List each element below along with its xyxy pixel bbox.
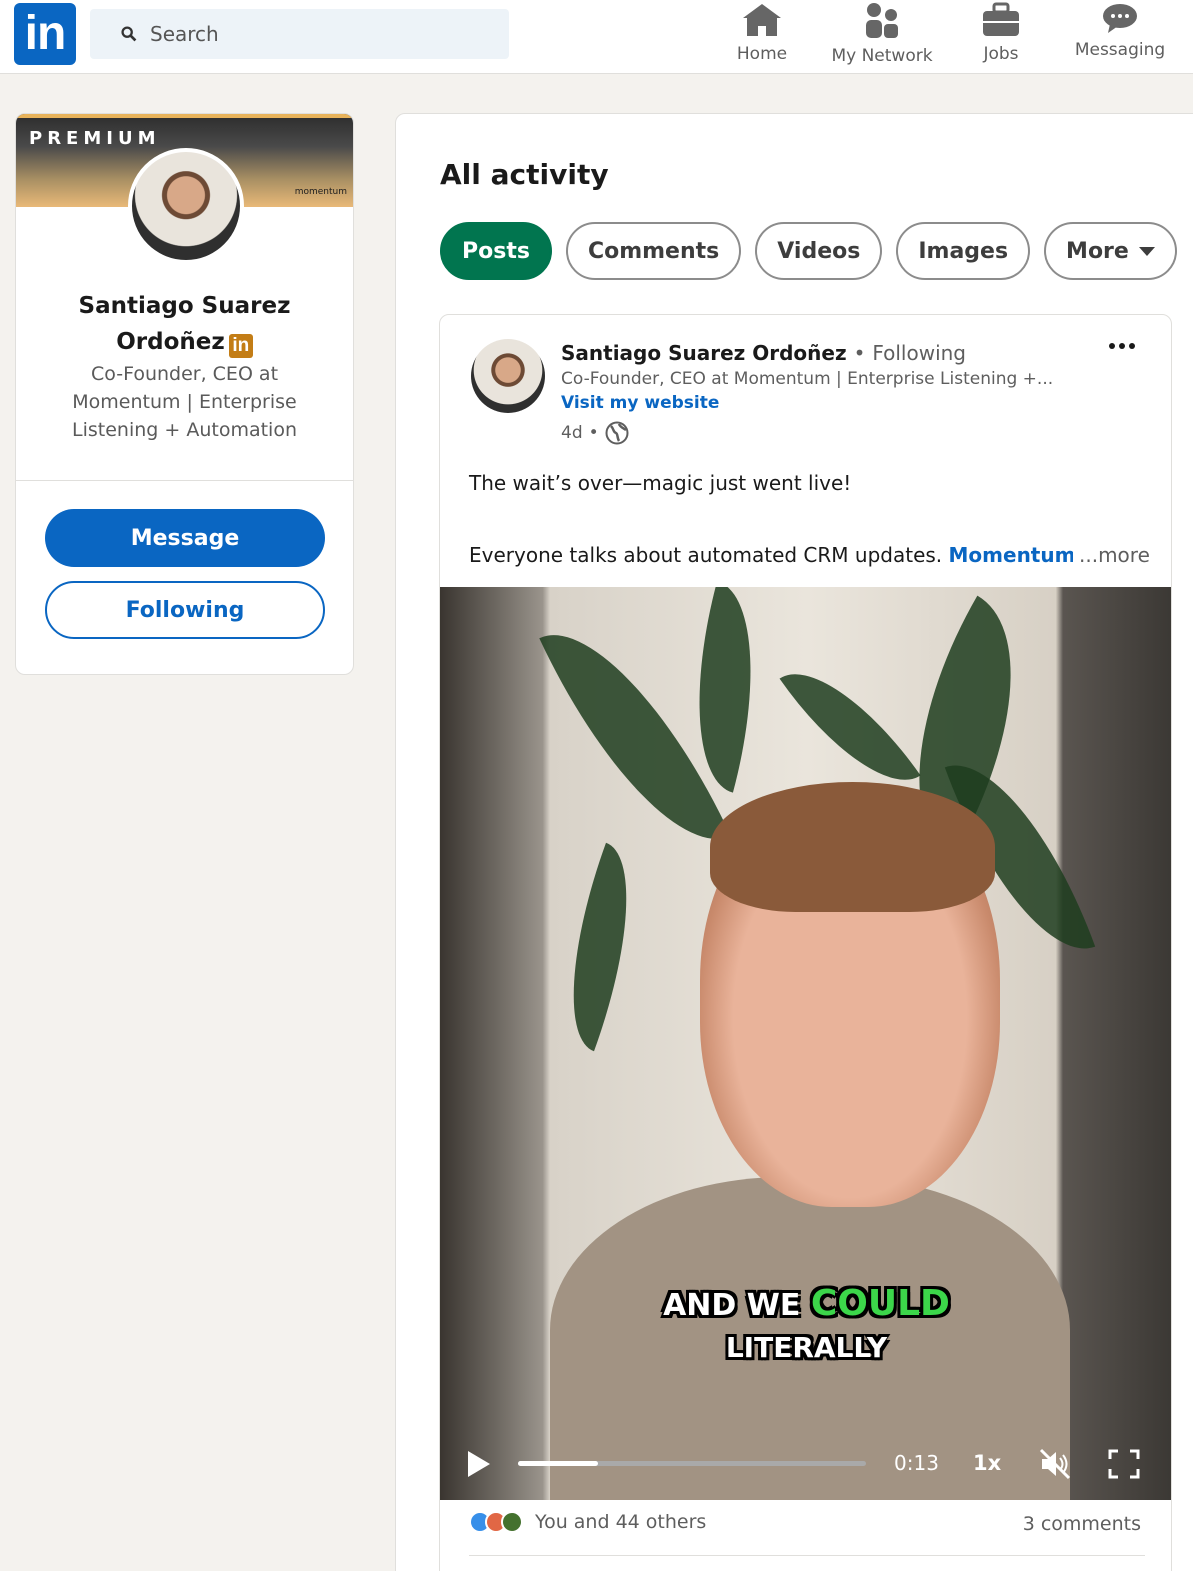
search-bar[interactable] <box>90 9 509 59</box>
tab-more[interactable]: More <box>1044 222 1177 280</box>
post-age: 4d <box>561 423 583 443</box>
linkedin-logo[interactable]: in <box>14 3 76 65</box>
fullscreen-icon[interactable] <box>1108 1449 1140 1479</box>
post-author-line: Santiago Suarez Ordoñez • Following <box>561 341 966 365</box>
tab-comments[interactable]: Comments <box>565 222 742 280</box>
video-subject-hair <box>710 782 995 912</box>
play-icon[interactable] <box>468 1451 490 1477</box>
post-text-line2-content: Everyone talks about automated CRM updat… <box>469 543 943 567</box>
nav-home-label: Home <box>736 44 788 64</box>
nav-my-network-label: My Network <box>831 46 933 66</box>
video-time: 0:13 <box>894 1451 939 1475</box>
post-author-avatar[interactable] <box>471 339 545 413</box>
premium-label: PREMIUM <box>29 128 161 149</box>
video-progress-bar[interactable] <box>518 1461 866 1466</box>
chat-icon <box>1103 4 1137 33</box>
home-icon <box>743 4 781 36</box>
profile-card: PREMIUM momentum Santiago Suarez Ordoñez… <box>15 113 354 675</box>
caption-word-2: WE <box>746 1288 801 1323</box>
profile-name-text: Santiago Suarez Ordoñez <box>78 293 291 355</box>
video-controls: 0:13 1x <box>440 1437 1171 1497</box>
comments-count[interactable]: 3 comments <box>1023 1513 1141 1535</box>
message-button[interactable]: Message <box>45 509 325 567</box>
nav-messaging[interactable]: Messaging <box>1070 2 1170 72</box>
profile-divider <box>16 480 353 481</box>
post-reactions[interactable]: You and 44 others <box>469 1511 706 1533</box>
activity-tabs: Posts Comments Videos Images More <box>440 222 1177 280</box>
globe-icon <box>605 421 629 445</box>
caption-word-1: AND <box>663 1288 737 1323</box>
post-separator: • <box>853 341 866 365</box>
post-card: Santiago Suarez Ordoñez • Following Co-F… <box>439 314 1172 1571</box>
see-more-link[interactable]: ...more <box>1073 543 1150 567</box>
post-footer-divider <box>469 1555 1145 1556</box>
nav-home[interactable]: Home <box>733 2 791 72</box>
page-title: All activity <box>440 158 609 191</box>
post-video[interactable]: AND WE COULD LITERALLY 0:13 1x <box>440 587 1171 1500</box>
post-text-line2: Everyone talks about automated CRM updat… <box>469 543 1169 567</box>
following-button[interactable]: Following <box>45 581 325 639</box>
nav-jobs-label: Jobs <box>983 44 1019 64</box>
search-icon <box>121 26 137 42</box>
video-caption-line2: LITERALLY <box>725 1331 888 1364</box>
nav-messaging-label: Messaging <box>1074 40 1166 60</box>
people-icon <box>866 3 898 38</box>
tab-posts[interactable]: Posts <box>440 222 552 280</box>
activity-panel: All activity Posts Comments Videos Image… <box>395 113 1193 1571</box>
reaction-icons <box>469 1511 523 1533</box>
post-brand-link[interactable]: Momentum <box>949 543 1076 567</box>
tab-more-label: More <box>1066 238 1129 264</box>
premium-in-badge-icon: in <box>228 334 253 358</box>
support-reaction-icon <box>501 1511 523 1533</box>
tab-images[interactable]: Images <box>896 222 1031 280</box>
tab-videos[interactable]: Videos <box>755 222 883 280</box>
briefcase-icon <box>983 2 1019 36</box>
banner-brand-tag: momentum <box>294 187 347 197</box>
chevron-down-icon <box>1138 246 1155 256</box>
visit-website-link[interactable]: Visit my website <box>561 393 719 413</box>
caption-word-3: COULD <box>810 1283 950 1324</box>
profile-avatar[interactable] <box>128 148 244 264</box>
post-meta: 4d • <box>561 421 629 445</box>
post-author-headline: Co-Founder, CEO at Momentum | Enterprise… <box>561 369 1054 389</box>
post-text-line1: The wait’s over—magic just went live! <box>469 471 852 495</box>
top-nav: in Home My Network Jobs Messaging <box>0 0 1193 74</box>
playback-speed-button[interactable]: 1x <box>973 1451 1001 1475</box>
mute-icon[interactable] <box>1038 1447 1072 1481</box>
post-follow-status: Following <box>872 341 967 365</box>
post-author-name[interactable]: Santiago Suarez Ordoñez <box>561 341 847 365</box>
profile-name[interactable]: Santiago Suarez Ordoñez in <box>16 288 353 360</box>
post-meta-separator: • <box>588 423 599 443</box>
video-caption-line1: AND WE COULD <box>440 1283 1171 1324</box>
post-options-icon[interactable] <box>1109 343 1135 349</box>
profile-headline: Co-Founder, CEO at Momentum | Enterprise… <box>72 363 297 441</box>
search-input[interactable] <box>150 22 480 46</box>
nav-my-network[interactable]: My Network <box>826 2 938 72</box>
video-progress-fill <box>518 1461 599 1466</box>
reactions-text: You and 44 others <box>535 1511 707 1533</box>
nav-jobs[interactable]: Jobs <box>976 2 1026 72</box>
